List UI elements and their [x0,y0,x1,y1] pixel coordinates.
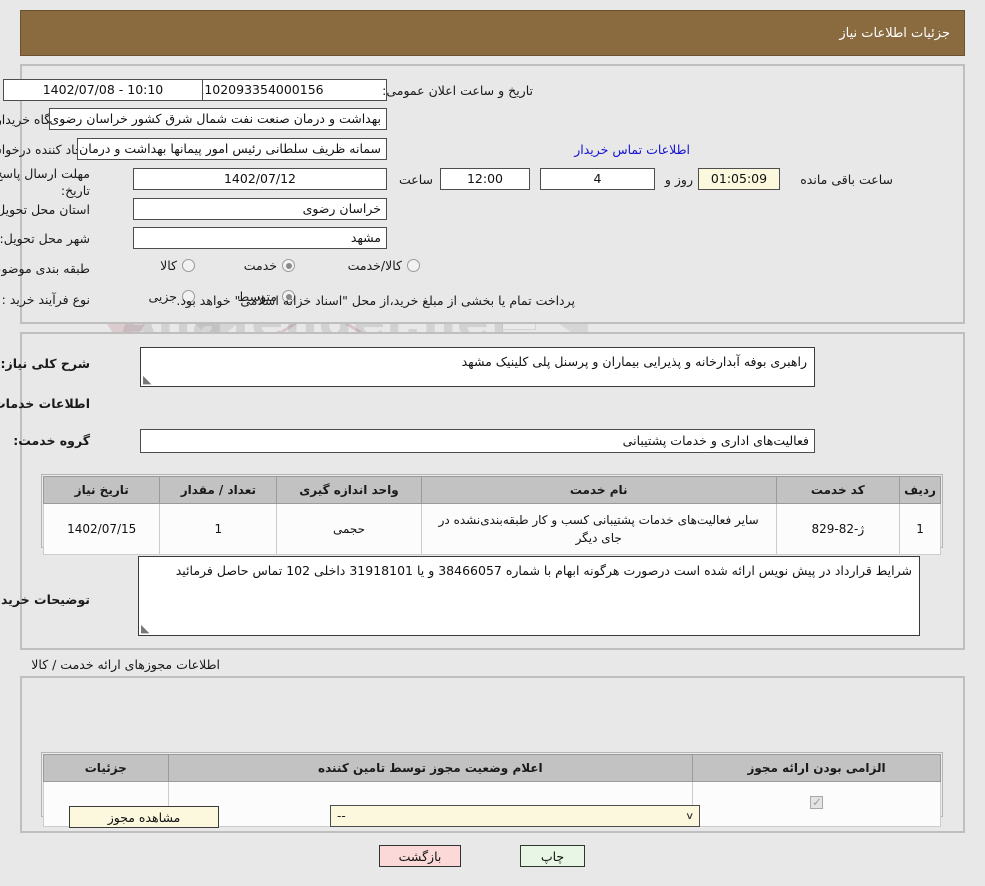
services-td-name: سایر فعالیت‌های خدمات پشتیبانی کسب و کار… [420,503,777,555]
city-label: شهر محل تحویل: [0,231,90,246]
category-radio-khedmat-label: خدمت [243,258,277,273]
requester-value: سمانه ظریف سلطانی رئیس امور پیمانها بهدا… [77,138,387,160]
page-root: AnaTender.net جزئیات اطلاعات نیاز شماره … [0,0,985,886]
buyer-notes-value: شرایط قرارداد در پیش نویس ارائه شده است … [175,563,912,578]
resize-grip-icon[interactable]: ◣ [143,374,153,385]
permit-status-select[interactable]: ∨ -- [330,805,700,827]
permits-section-title: اطلاعات مجوزهای ارائه خدمت / کالا [31,657,220,672]
deadline-date-value: 1402/07/12 [133,168,387,190]
buyer-notes-textarea[interactable]: شرایط قرارداد در پیش نویس ارائه شده است … [138,556,920,636]
permits-table-header-row: الزامی بودن ارائه مجوز اعلام وضعیت مجوز … [43,754,941,782]
need-info-panel [20,64,965,324]
services-td-date: 1402/07/15 [42,503,161,555]
general-desc-textarea[interactable]: راهبری بوفه آبدارخانه و پذیرایی بیماران … [140,347,815,387]
page-header: جزئیات اطلاعات نیاز [20,10,965,56]
permits-th-details: جزئیات [43,754,169,782]
deadline-hour-label: ساعت [398,172,433,187]
chevron-down-icon: ∨ [684,810,694,822]
category-radio-kala[interactable]: کالا [160,258,195,273]
category-label: طبقه بندی موضوعی: [0,261,90,276]
services-td-quantity: 1 [159,503,278,555]
service-group-label: گروه خدمت: [13,433,90,448]
service-group-value: فعالیت‌های اداری و خدمات پشتیبانی [140,429,815,453]
category-radio-kala-khedmat-label: کالا/خدمت [347,258,402,273]
services-section-title: اطلاعات خدمات مورد نیاز [0,396,90,411]
radio-circle-kala-khedmat[interactable] [407,259,420,272]
province-label: استان محل تحویل: [0,202,90,217]
services-th-unit: واحد اندازه گیری [276,476,422,504]
services-th-date: تاریخ نیاز [42,476,161,504]
radio-circle-kala[interactable] [182,259,195,272]
category-radio-kala-khedmat[interactable]: کالا/خدمت [348,258,420,273]
resize-grip-icon-2[interactable]: ◣ [141,623,151,634]
process-note: پرداخت تمام یا بخشی از مبلغ خرید،از محل … [176,293,575,308]
table-row: 1 ژ-82-829 سایر فعالیت‌های خدمات پشتیبان… [42,503,941,555]
permit-status-value: -- [337,809,346,823]
remaining-days-label: روز و [664,172,693,187]
services-th-name: نام خدمت [420,476,777,504]
general-desc-value: راهبری بوفه آبدارخانه و پذیرایی بیماران … [461,354,807,369]
services-td-row: 1 [899,503,941,555]
remaining-time-suffix: ساعت باقی مانده [800,172,893,187]
permits-th-status: اعلام وضعیت مجوز توسط تامین کننده [167,754,694,782]
permits-td-required [692,781,941,827]
remaining-days-value: 4 [540,168,655,190]
services-td-unit: حجمی [276,503,422,555]
buyer-org-value: بهداشت و درمان صنعت نفت شمال شرق کشور خر… [49,108,387,130]
view-permit-button[interactable]: مشاهده مجوز [69,806,219,828]
general-desc-label: شرح کلی نیاز: [0,356,90,371]
deadline-label-line1: مهلت ارسال پاسخ: تا [0,166,90,181]
page-title: جزئیات اطلاعات نیاز [839,25,950,41]
services-td-code: ژ-82-829 [775,503,901,555]
deadline-label-line2: تاریخ: [60,183,90,198]
deadline-hour-value: 12:00 [440,168,530,190]
permit-required-checkbox[interactable] [810,795,824,809]
remaining-time-value: 01:05:09 [698,168,780,190]
buyer-notes-label: توضیحات خریدار: [0,592,90,607]
services-table-header-row: ردیف کد خدمت نام خدمت واحد اندازه گیری ت… [42,476,941,504]
category-radio-khedmat[interactable]: خدمت [244,258,295,273]
radio-circle-khedmat[interactable] [282,259,295,272]
back-button[interactable]: بازگشت [379,845,461,867]
services-th-row: ردیف [899,476,941,504]
services-th-code: کد خدمت [775,476,901,504]
announce-datetime-value: 1402/07/08 - 10:10 [3,79,203,101]
buyer-contact-link[interactable]: اطلاعات تماس خریدار [574,142,690,157]
permits-th-required: الزامی بودن ارائه مجوز [692,754,941,782]
print-button[interactable]: چاپ [520,845,585,867]
province-value: خراسان رضوی [133,198,387,220]
services-table: ردیف کد خدمت نام خدمت واحد اندازه گیری ت… [42,476,941,555]
services-th-quantity: تعداد / مقدار [159,476,278,504]
process-radio-jozii-label: جزیی [148,289,177,304]
city-value: مشهد [133,227,387,249]
process-label: نوع فرآیند خرید : [1,292,90,307]
category-radio-kala-label: کالا [160,258,177,273]
announce-datetime-label: تاریخ و ساعت اعلان عمومی: [382,83,533,98]
